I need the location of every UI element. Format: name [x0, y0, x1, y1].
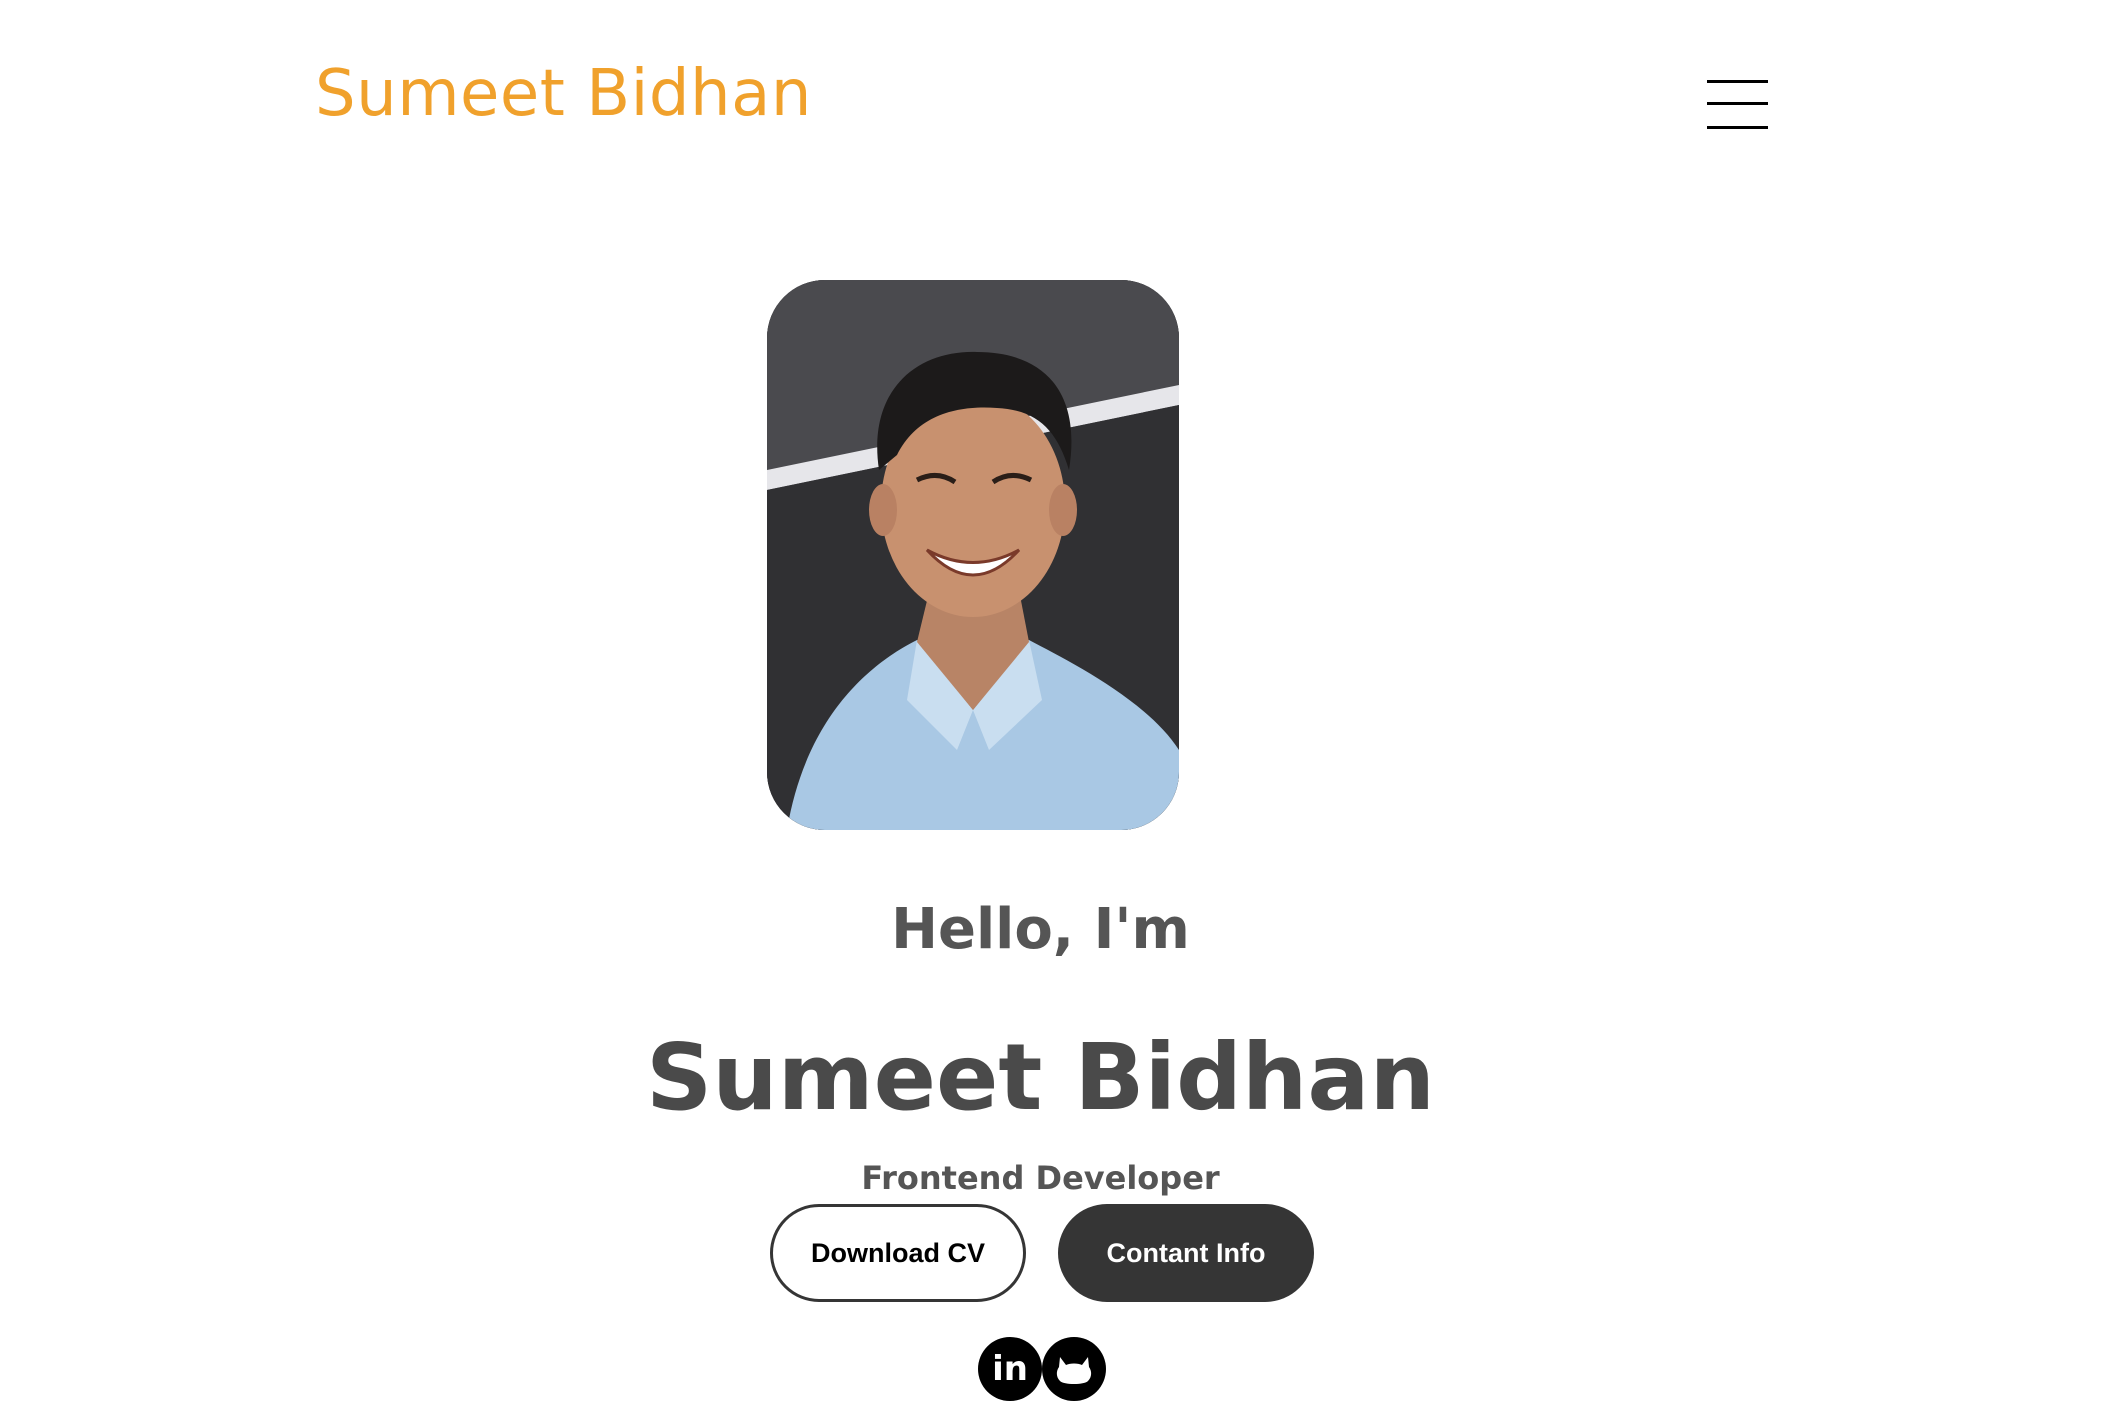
greeting-text: Hello, I'm: [891, 897, 1190, 962]
hero-name: Sumeet Bidhan: [645, 1024, 1435, 1131]
hamburger-menu-icon[interactable]: [1707, 80, 1768, 130]
site-logo[interactable]: Sumeet Bidhan: [315, 62, 812, 126]
github-icon[interactable]: [1042, 1337, 1106, 1401]
download-cv-button[interactable]: Download CV: [770, 1204, 1026, 1302]
linkedin-icon[interactable]: in: [978, 1337, 1042, 1401]
social-links: in: [978, 1337, 1106, 1401]
menu-line: [1707, 126, 1768, 129]
contact-info-button[interactable]: Contant Info: [1058, 1204, 1314, 1302]
profile-photo: [767, 280, 1179, 830]
menu-line: [1707, 80, 1768, 83]
linkedin-label: in: [992, 1349, 1028, 1389]
menu-line: [1707, 102, 1768, 105]
role-text: Frontend Developer: [861, 1159, 1220, 1197]
github-logo: [1056, 1357, 1092, 1384]
